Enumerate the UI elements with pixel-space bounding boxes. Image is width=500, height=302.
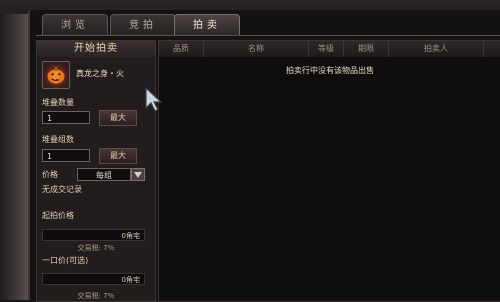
tab-browse[interactable]: 浏览 <box>42 14 108 36</box>
start-price-tax-text: 交易税: 7% <box>77 244 115 252</box>
price-label: 价格 <box>42 170 58 179</box>
price-unit-dropdown-button[interactable] <box>131 168 145 181</box>
buyout-price-input[interactable]: 0角宅 <box>42 273 145 285</box>
column-header-level[interactable]: 等级 <box>309 41 344 57</box>
start-price-label: 起拍价格 <box>42 211 74 220</box>
tab-bid[interactable]: 竞拍 <box>110 14 176 36</box>
column-header-duration[interactable]: 期限 <box>344 41 389 57</box>
auction-listing-panel: 品质 名称 等级 期限 拍卖人 拍卖行中没有该物品出售 <box>158 40 500 302</box>
tab-bar: 浏览 竞拍 拍卖 <box>36 14 500 36</box>
column-header-extra[interactable] <box>484 41 500 57</box>
column-header-seller[interactable]: 拍卖人 <box>389 41 484 57</box>
no-trade-record-text: 无成交记录 <box>42 185 82 194</box>
panel-title: 开始拍卖 <box>37 41 155 57</box>
stack-qty-input[interactable]: 1 <box>42 111 90 124</box>
start-auction-panel: 开始拍卖 真龙之身・火 堆叠数量 1 最大 堆叠组数 1 最大 价格 每组 无成… <box>36 40 156 302</box>
stack-qty-max-button[interactable]: 最大 <box>99 110 137 126</box>
item-name: 真龙之身・火 <box>76 69 124 78</box>
tab-auction[interactable]: 拍卖 <box>174 14 240 36</box>
column-header-quality[interactable]: 品质 <box>159 41 204 57</box>
column-header-name[interactable]: 名称 <box>204 41 309 57</box>
buyout-label: 一口价(可选) <box>42 256 89 265</box>
mouse-cursor-icon <box>145 86 163 112</box>
pumpkin-icon <box>47 67 65 84</box>
stack-groups-input[interactable]: 1 <box>42 149 90 162</box>
tab-divider <box>36 35 500 36</box>
stack-groups-label: 堆叠组数 <box>42 135 74 144</box>
stack-groups-max-button[interactable]: 最大 <box>99 148 137 164</box>
price-unit-select[interactable]: 每组 <box>77 168 131 181</box>
start-price-input[interactable]: 0角宅 <box>42 229 145 241</box>
item-slot[interactable] <box>42 61 70 89</box>
empty-listing-message: 拍卖行中没有该物品出售 <box>286 66 374 75</box>
stack-qty-label: 堆叠数量 <box>42 98 74 107</box>
chevron-down-icon <box>134 172 142 178</box>
